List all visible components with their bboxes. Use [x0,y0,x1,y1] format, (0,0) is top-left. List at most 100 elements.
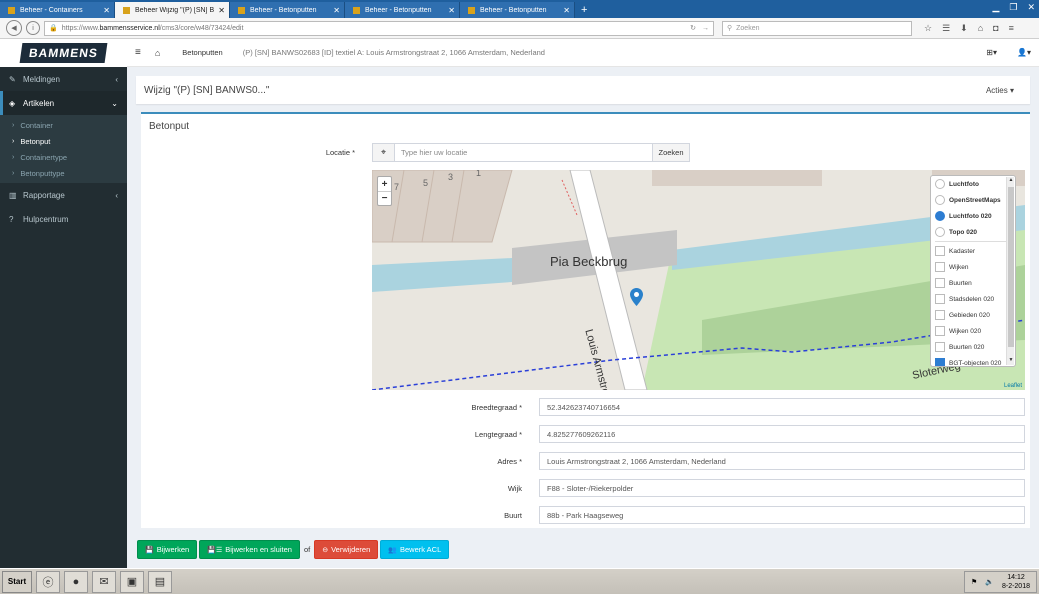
home-icon[interactable]: ⌂ [978,23,983,34]
logo[interactable]: BAMMENS [0,39,127,67]
verwijderen-button[interactable]: ⊖ Verwijderen [314,540,379,559]
browser-tab[interactable]: Beheer - Betonputten ✕ [345,2,460,18]
sidebar-item-rapportage[interactable]: ▥ Rapportage ‹ [0,183,127,207]
zoom-in-button[interactable]: + [378,177,391,191]
form-box: Betonput Locatie * ⌖ Type hier uw locati… [141,112,1030,528]
add-menu-icon[interactable]: ⊞▾ [986,48,997,57]
pocket-icon[interactable]: ◘ [993,23,998,34]
box-title: Betonput [149,121,190,132]
maximize-icon[interactable]: ❐ [1009,2,1017,13]
sidebar-submenu: › Container › Betonput › Containertype › Bet… [0,115,127,183]
new-tab-button[interactable]: + [581,2,587,18]
download-icon[interactable]: ⬇ [960,23,968,34]
overlay-gebieden-020[interactable]: Gebieden 020 [931,307,1015,323]
close-window-icon[interactable]: ✕ [1027,2,1035,13]
overlay-stadsdelen-020[interactable]: Stadsdelen 020 [931,291,1015,307]
bookmark-star-icon[interactable]: ☆ [924,23,932,34]
browser-tab[interactable]: Beheer - Containers ✕ [0,2,115,18]
firefox-icon[interactable]: ● [64,570,88,593]
remote-desktop-icon[interactable]: ▣ [120,570,144,593]
url-field[interactable]: 🔒 https://www.bammensservice.nl/cms3/cor… [44,20,714,36]
overlay-buurten[interactable]: Buurten [931,275,1015,291]
layer-scrollbar[interactable]: ▲ ▼ [1006,177,1014,365]
overlay-kadaster[interactable]: Kadaster [931,243,1015,259]
overlay-bgt-objecten-020[interactable]: BGT-objecten 020 [931,355,1015,366]
map-canvas [372,170,1025,390]
sidebar-subitem-container[interactable]: › Container [0,117,127,133]
sidebar-item-artikelen[interactable]: ◈ Artikelen ⌄ [0,91,127,115]
breadcrumb-section[interactable]: Betonputten [182,48,222,57]
bewerk-acl-button[interactable]: 👥 Bewerk ACL [380,540,450,559]
lengtegraad-input[interactable]: 4.825277609262116 [539,425,1025,443]
browser-search-input[interactable]: ⚲ Zoeken [722,20,912,36]
bijwerken-en-sluiten-button[interactable]: 💾☰ Bijwerken en sluiten [199,540,300,559]
wijk-label: Wijk [507,484,522,493]
overlay-buurten-020[interactable]: Buurten 020 [931,339,1015,355]
favicon-icon [353,6,360,14]
sidebar-subitem-containertype[interactable]: › Containertype [0,149,127,165]
close-tab-icon[interactable]: ✕ [563,6,570,15]
volume-icon[interactable]: 🔈 [985,578,994,586]
breedtegraad-input[interactable]: 52.342623740716654 [539,398,1025,416]
close-tab-icon[interactable]: ✕ [448,6,455,15]
scroll-up-icon[interactable]: ▲ [1007,177,1015,185]
sidebar-item-hulpcentrum[interactable]: ? Hulpcentrum [0,207,127,231]
flag-icon[interactable]: ⚑ [971,578,977,586]
or-separator: of [303,545,311,554]
users-icon: 👥 [388,546,397,554]
bijwerken-button[interactable]: 💾 Bijwerken [137,540,198,559]
edit-icon: ✎ [9,74,16,84]
adres-input[interactable]: Louis Armstrongstraat 2, 1066 Amsterdam,… [539,452,1025,470]
minimize-icon[interactable]: ▁ [992,2,999,13]
chevron-right-icon: › [12,153,15,161]
start-button[interactable]: Start [2,570,32,593]
overlay-wijken-020[interactable]: Wijken 020 [931,323,1015,339]
info-icon[interactable]: i [26,21,40,35]
sidebar-subitem-betonputtype[interactable]: › Betonputtype [0,165,127,181]
leaflet-attribution[interactable]: Leaflet [1004,383,1022,389]
layer-luchtfoto-020[interactable]: Luchtfoto 020 [931,208,1015,224]
ie-icon[interactable]: ⓔ [36,570,60,593]
layer-topo-020[interactable]: Topo 020 [931,224,1015,240]
layer-luchtfoto[interactable]: Luchtfoto [931,176,1015,192]
reload-icon[interactable]: ↻ [690,24,696,32]
browser-menu-icon[interactable]: ≡ [1009,23,1014,34]
zoom-out-button[interactable]: − [378,191,391,205]
close-tab-icon[interactable]: ✕ [333,6,340,15]
browser-tab[interactable]: Beheer - Betonputten ✕ [230,2,345,18]
locatie-input[interactable]: Type hier uw locatie [395,143,653,162]
crosshair-icon[interactable]: ⌖ [372,143,395,162]
forward-icon[interactable]: → [702,25,709,32]
layer-openstreetmaps[interactable]: OpenStreetMaps [931,192,1015,208]
system-tray: ⚑ 🔈 14:12 8-2-2018 [963,570,1037,593]
explorer-icon[interactable]: ▤ [148,570,172,593]
map-layer-control: Luchtfoto OpenStreetMaps Luchtfoto 020 T… [930,175,1016,367]
map-marker-icon[interactable] [630,288,643,306]
outlook-icon[interactable]: ✉ [92,570,116,593]
hamburger-menu-icon[interactable]: ≡ [135,47,141,58]
buurt-input[interactable]: 88b - Park Haagseweg [539,506,1025,524]
sidebar-subitem-betonput[interactable]: › Betonput [0,133,127,149]
browser-tab-active[interactable]: Beheer Wijzig "(P) [SN] BANW...✕ [115,2,230,18]
map-view[interactable]: 7 5 3 1 Pia Beckbrug Louis Armstro Slote… [372,170,1025,390]
home-icon[interactable]: ⌂ [155,48,160,58]
clock[interactable]: 14:12 8-2-2018 [1002,573,1030,591]
buurt-label: Buurt [504,511,522,520]
back-icon[interactable]: ◀ [6,20,22,36]
checkbox-icon [935,246,945,256]
sidebar-item-meldingen[interactable]: ✎ Meldingen ‹ [0,67,127,91]
house-number: 1 [476,170,482,178]
checkbox-icon [935,326,945,336]
scroll-down-icon[interactable]: ▼ [1007,357,1015,365]
favicon-icon [238,6,245,14]
bar-chart-icon: ▥ [9,190,17,200]
browser-tab[interactable]: Beheer - Betonputten ✕ [460,2,575,18]
user-menu-icon[interactable]: 👤▾ [1017,48,1031,57]
actions-dropdown[interactable]: Acties ▾ [986,86,1022,95]
overlay-wijken[interactable]: Wijken [931,259,1015,275]
reading-list-icon[interactable]: ☰ [942,23,950,34]
close-tab-icon[interactable]: ✕ [218,6,225,15]
close-tab-icon[interactable]: ✕ [103,6,110,15]
zoeken-button[interactable]: Zoeken [653,143,690,162]
wijk-input[interactable]: F88 - Sloter-/Riekerpolder [539,479,1025,497]
